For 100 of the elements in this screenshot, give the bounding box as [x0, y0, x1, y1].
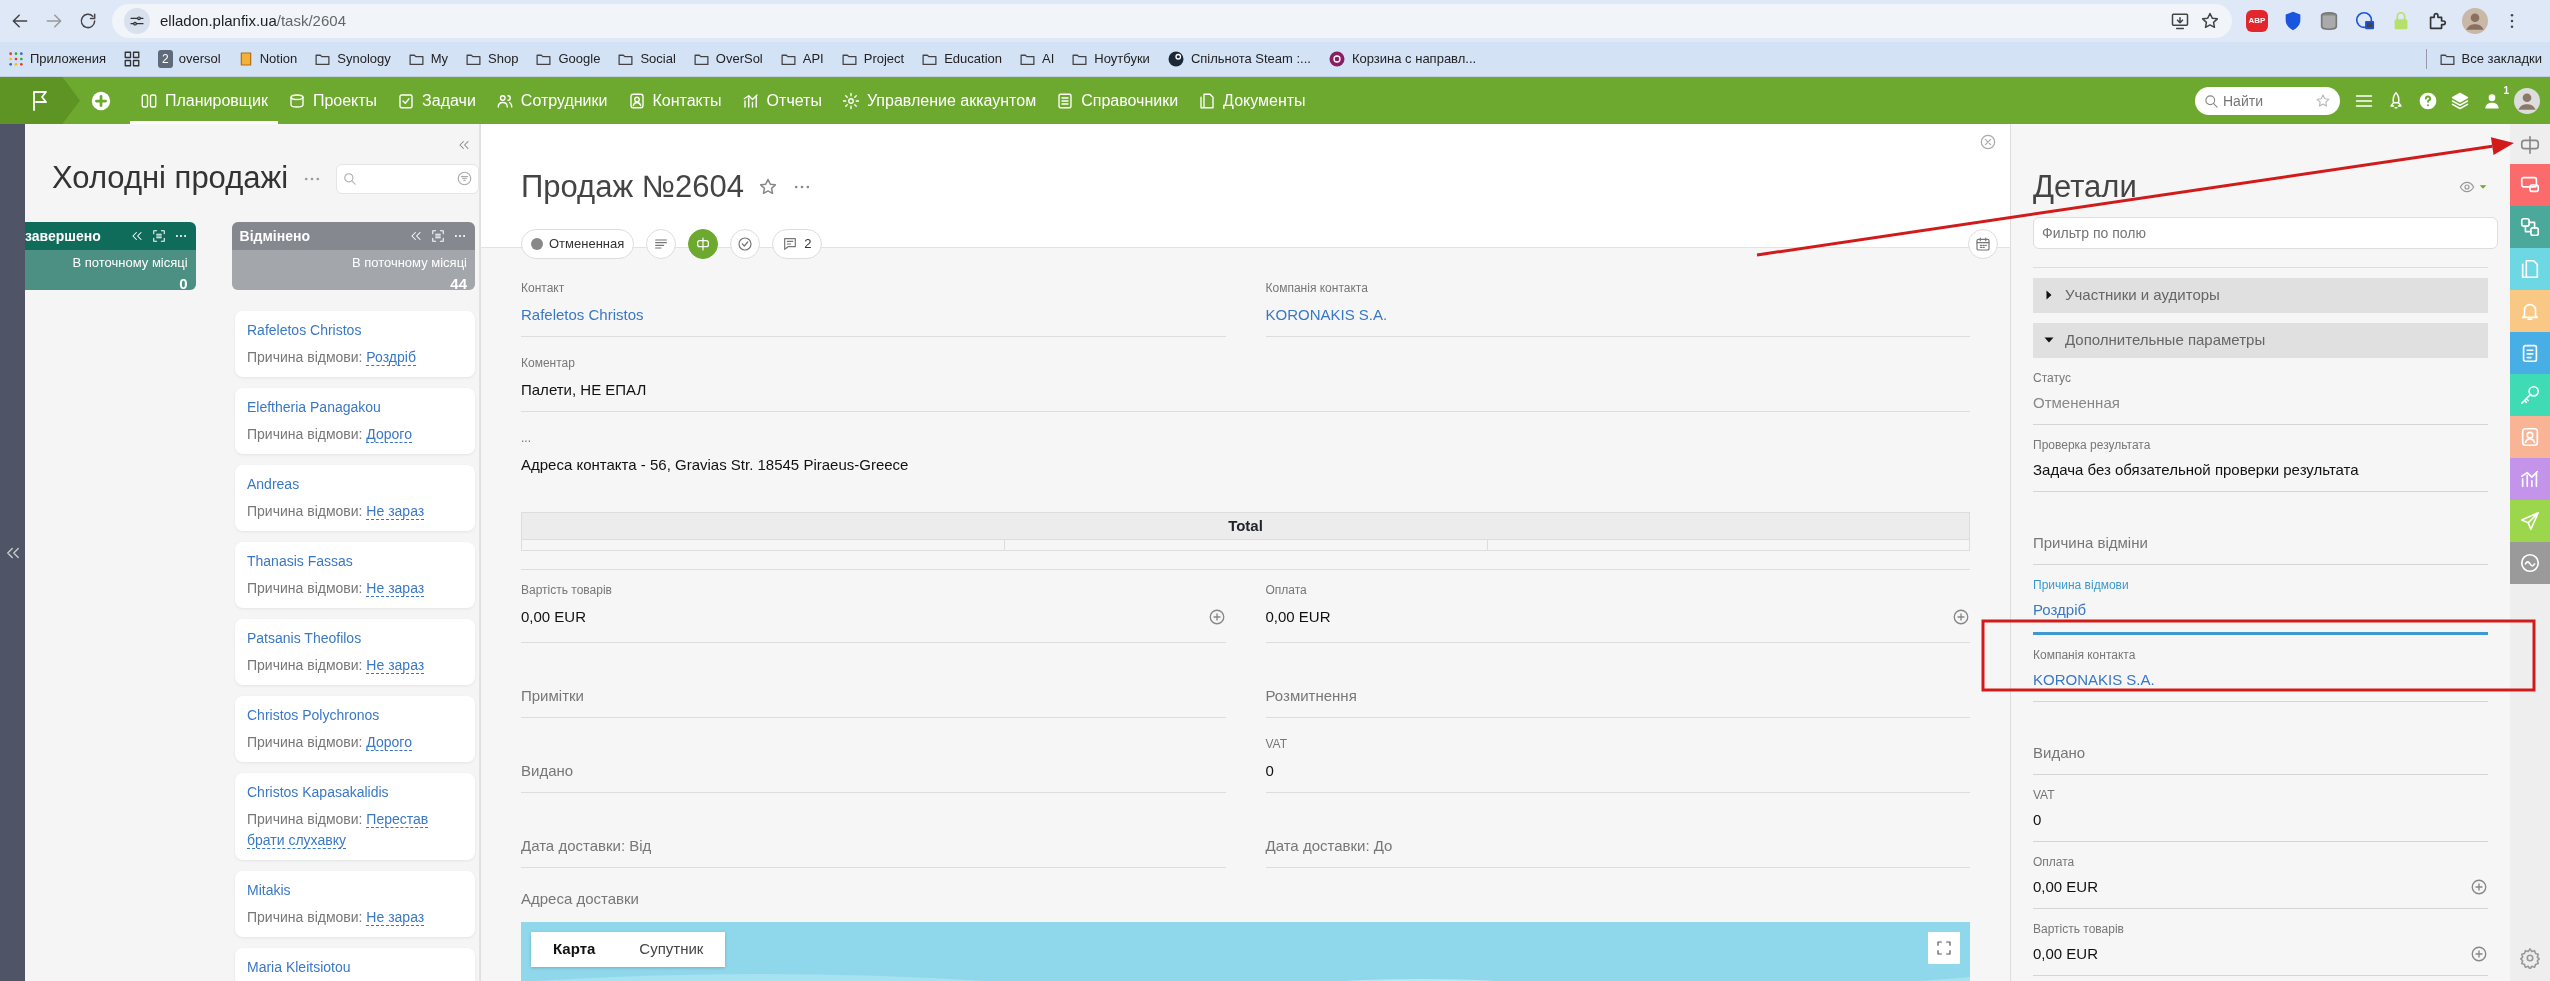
star-icon[interactable]	[2200, 11, 2220, 31]
add-icon[interactable]	[2470, 944, 2488, 963]
panel-tab[interactable]	[2510, 500, 2550, 542]
bookmark[interactable]: AI	[1019, 49, 1055, 69]
grid-icon[interactable]	[123, 50, 142, 68]
field-link[interactable]: KORONAKIS S.A.	[1265, 304, 1388, 326]
section-header[interactable]: Дополнительные параметры	[2033, 322, 2488, 358]
fields-icon[interactable]	[2519, 134, 2541, 156]
nav-item[interactable]: Управление аккаунтом	[831, 77, 1047, 124]
deal-card[interactable]: Eleftheria Panagakou Причина відмови: Дорого	[235, 388, 475, 454]
panel-tab[interactable]	[2510, 458, 2550, 500]
deal-card[interactable]: Christos Kapasakalidis Причина відмови: Перестав брати слухавку	[235, 773, 475, 860]
detail-field[interactable]: Причина відміни	[2033, 491, 2488, 565]
bookmark[interactable]: Social	[617, 49, 676, 69]
bookmark[interactable]: Notion	[237, 49, 298, 69]
column-header[interactable]: Відмінено В поточному місяці 44	[231, 222, 475, 290]
detail-field[interactable]: Проверка результата Задача без обязательной проверки результата	[2033, 424, 2488, 492]
bookmark[interactable]: Спільнота Steam :...	[1166, 49, 1311, 69]
layers-icon[interactable]	[2450, 90, 2470, 111]
avatar[interactable]	[2462, 8, 2488, 34]
nav-item[interactable]: Справочники	[1046, 77, 1189, 124]
focused-field[interactable]: Причина відмови Роздріб	[2033, 564, 2488, 635]
nav-item[interactable]: Отчеты	[731, 77, 832, 124]
deal-card[interactable]: Mitakis Причина відмови: Не зараз	[235, 871, 475, 937]
empty-field[interactable]: Примітки	[521, 643, 1226, 718]
contact-link[interactable]: Christos Kapasakalidis	[247, 782, 463, 803]
panel-tab[interactable]	[2510, 416, 2550, 458]
lock-extension-icon[interactable]	[2354, 10, 2376, 32]
empty-field[interactable]: Розмитнення	[1265, 643, 1970, 718]
reload-icon[interactable]	[78, 11, 98, 31]
map-tab[interactable]: Супутник	[617, 932, 726, 967]
calendar-button[interactable]	[1968, 228, 1998, 259]
fullscreen-button[interactable]	[1928, 932, 1960, 964]
deal-card[interactable]: Maria Kleitsiotou	[235, 948, 475, 981]
scan-icon[interactable]	[431, 229, 445, 243]
filter-field[interactable]: Фильтр по полю	[2033, 216, 2498, 249]
panel-tab[interactable]	[2510, 542, 2550, 584]
collapse-icon[interactable]	[129, 229, 144, 243]
contact-link[interactable]: Rafeletos Christos	[247, 320, 463, 341]
checklist-button[interactable]	[730, 228, 761, 259]
bookmark[interactable]: Synology	[314, 49, 391, 69]
site-settings-icon[interactable]	[124, 8, 150, 34]
bookmark[interactable]: 2 oversol	[158, 49, 221, 69]
deal-card[interactable]: Thanasis Fassas Причина відмови: Не зараз	[235, 542, 475, 608]
database-icon[interactable]	[2318, 10, 2340, 32]
comments-button[interactable]: 2	[772, 228, 822, 259]
section-header[interactable]: Участники и аудиторы	[2033, 277, 2488, 313]
detail-field[interactable]: Оплата 0,00 EUR	[2033, 841, 2488, 909]
install-icon[interactable]	[2170, 11, 2190, 31]
nav-item[interactable]: Контакты	[617, 77, 732, 124]
nav-item[interactable]: Задачи	[387, 77, 486, 124]
map-tab[interactable]: Карта	[531, 932, 618, 967]
avatar[interactable]	[2514, 87, 2540, 114]
contact-link[interactable]: Patsanis Theofilos	[247, 628, 463, 649]
search-field[interactable]	[336, 163, 479, 194]
bookmark[interactable]: My	[407, 49, 449, 69]
bookmark[interactable]: Shop	[465, 49, 519, 69]
contact-link[interactable]: Eleftheria Panagakou	[247, 397, 463, 418]
deal-card[interactable]: Andreas Причина відмови: Не зараз	[235, 465, 475, 531]
settings-icon[interactable]	[2519, 947, 2541, 969]
detail-field[interactable]: VAT 0	[2033, 774, 2488, 842]
favorite-icon[interactable]	[2315, 92, 2331, 109]
deal-card[interactable]: Christos Polychronos Причина відмови: Дорого	[235, 696, 475, 762]
bookmark[interactable]: API	[779, 49, 824, 69]
detail-field[interactable]: Видано	[2033, 701, 2488, 775]
description-button[interactable]	[646, 228, 677, 259]
panel-tab[interactable]	[2510, 332, 2550, 374]
address-bar[interactable]: elladon.planfix.ua/task/2604	[112, 4, 2232, 38]
logo[interactable]	[0, 77, 80, 124]
contact-link[interactable]: Andreas	[247, 474, 463, 495]
fields-button[interactable]	[688, 228, 719, 259]
scan-icon[interactable]	[151, 229, 166, 243]
deal-card[interactable]: Patsanis Theofilos Причина відмови: Не зараз	[235, 619, 475, 685]
bookmark[interactable]: Ноутбуки	[1071, 49, 1150, 69]
panel-tab[interactable]	[2510, 374, 2550, 416]
add-icon[interactable]	[1207, 608, 1226, 626]
forward-icon[interactable]	[44, 11, 64, 31]
all-bookmarks[interactable]: Все закладки	[2425, 49, 2542, 69]
nav-item[interactable]: Проекты	[277, 77, 388, 124]
field-link[interactable]: Rafeletos Christos	[521, 304, 644, 326]
panel-tab[interactable]	[2510, 206, 2550, 248]
search-field[interactable]: Найти	[2195, 86, 2340, 115]
bookmark[interactable]: Google	[535, 49, 601, 69]
deal-card[interactable]: Rafeletos Christos Причина відмови: Роздріб	[235, 311, 475, 377]
add-icon[interactable]	[2470, 877, 2488, 896]
filter-icon[interactable]	[457, 171, 472, 186]
detail-field[interactable]: Компанія контакта KORONAKIS S.A.	[2033, 634, 2488, 702]
help-icon[interactable]	[2418, 90, 2438, 111]
adblock-extension[interactable]: ABP	[2246, 10, 2268, 32]
nav-item[interactable]: Сотрудники	[485, 77, 618, 124]
contact-link[interactable]: Mitakis	[247, 880, 463, 901]
close-icon[interactable]	[1980, 134, 1996, 150]
contact-link[interactable]: Maria Kleitsiotou	[247, 957, 463, 978]
add-icon[interactable]	[90, 89, 112, 112]
bookmark[interactable]: Education	[921, 49, 1003, 69]
status-badge[interactable]: Отмененная	[521, 228, 635, 259]
empty-field[interactable]: Дата доставки: Від	[521, 793, 1226, 868]
contact-link[interactable]: Thanasis Fassas	[247, 551, 463, 572]
add-icon[interactable]	[1952, 608, 1970, 626]
url-text[interactable]: elladon.planfix.ua/task/2604	[160, 9, 2160, 33]
